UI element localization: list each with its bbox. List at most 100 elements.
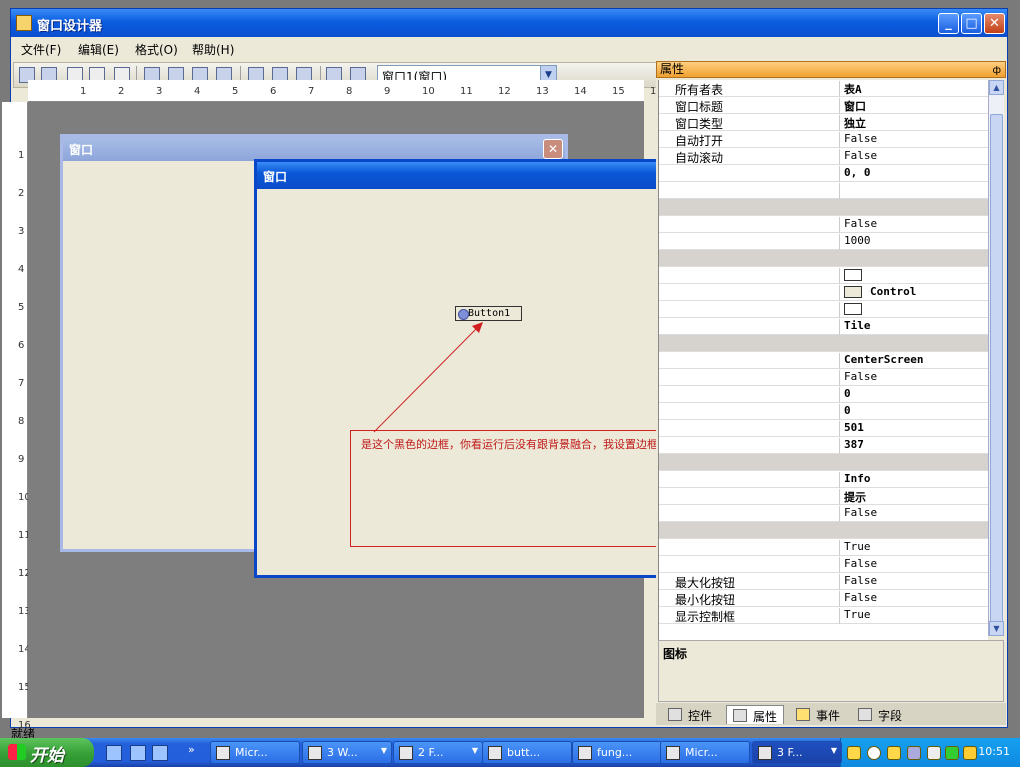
property-value[interactable]: False bbox=[839, 557, 988, 573]
property-value[interactable]: Info bbox=[839, 472, 988, 488]
property-row[interactable]: Info bbox=[659, 471, 988, 488]
quicklaunch-app-icon[interactable] bbox=[130, 745, 146, 761]
property-row[interactable]: 最大化按钮 False bbox=[659, 573, 988, 590]
taskbar-button[interactable]: Micr... bbox=[660, 741, 750, 764]
property-row[interactable] bbox=[659, 182, 988, 199]
property-scrollbar[interactable]: ▲ ▼ bbox=[988, 80, 1004, 636]
property-value-text: 表A bbox=[844, 83, 862, 96]
property-value[interactable]: Tile bbox=[839, 319, 988, 335]
property-value[interactable]: 1000 bbox=[839, 234, 988, 250]
scroll-thumb[interactable] bbox=[990, 114, 1003, 624]
property-row[interactable] bbox=[659, 267, 988, 284]
menu-help[interactable]: 帮助(H) bbox=[192, 41, 234, 58]
property-value[interactable]: 0, 0 bbox=[839, 166, 988, 182]
property-value[interactable]: CenterScreen bbox=[839, 353, 988, 369]
qq-icon[interactable] bbox=[887, 746, 901, 760]
property-value[interactable]: False bbox=[839, 506, 988, 522]
property-row[interactable]: 387 bbox=[659, 437, 988, 454]
antivirus-icon[interactable] bbox=[963, 746, 977, 760]
property-row[interactable] bbox=[659, 301, 988, 318]
quicklaunch-app2-icon[interactable] bbox=[152, 745, 168, 761]
property-row[interactable]: False bbox=[659, 505, 988, 522]
property-row[interactable]: False bbox=[659, 369, 988, 386]
property-category-row[interactable] bbox=[659, 250, 988, 267]
keyboard-icon[interactable] bbox=[847, 746, 861, 760]
property-category-row[interactable] bbox=[659, 335, 988, 352]
tab-fields[interactable]: 字段 bbox=[852, 705, 908, 724]
property-row[interactable]: 窗口标题 窗口 bbox=[659, 97, 988, 114]
property-category-row[interactable] bbox=[659, 522, 988, 539]
taskbar-button[interactable]: butt... bbox=[482, 741, 572, 764]
property-value[interactable]: False bbox=[839, 132, 988, 148]
property-row[interactable]: 最小化按钮 False bbox=[659, 590, 988, 607]
menu-format[interactable]: 格式(O) bbox=[135, 41, 178, 58]
taskbar-button[interactable]: Micr... bbox=[210, 741, 300, 764]
close-button[interactable]: ✕ bbox=[984, 13, 1005, 34]
property-row[interactable]: False bbox=[659, 216, 988, 233]
property-row[interactable]: 0, 0 bbox=[659, 165, 988, 182]
maximize-button[interactable]: □ bbox=[961, 13, 982, 34]
property-value[interactable]: 0 bbox=[839, 387, 988, 403]
property-row[interactable]: CenterScreen bbox=[659, 352, 988, 369]
speaker-icon[interactable] bbox=[927, 746, 941, 760]
tab-controls[interactable]: 控件 bbox=[662, 705, 718, 724]
taskbar-button[interactable]: fung... bbox=[572, 741, 662, 764]
property-category-row[interactable] bbox=[659, 454, 988, 471]
property-value[interactable]: Control bbox=[839, 285, 988, 301]
property-value[interactable] bbox=[839, 268, 988, 284]
scroll-up-icon[interactable]: ▲ bbox=[989, 80, 1004, 95]
property-category-row[interactable] bbox=[659, 199, 988, 216]
menu-edit[interactable]: 编辑(E) bbox=[78, 41, 119, 58]
property-row[interactable]: False bbox=[659, 556, 988, 573]
back-icon[interactable] bbox=[867, 746, 881, 760]
tab-properties[interactable]: 属性 bbox=[726, 705, 785, 724]
property-row[interactable]: 0 bbox=[659, 386, 988, 403]
property-value[interactable]: 387 bbox=[839, 438, 988, 454]
property-row[interactable]: True bbox=[659, 539, 988, 556]
property-value[interactable]: 窗口 bbox=[839, 98, 988, 114]
property-value[interactable]: True bbox=[839, 540, 988, 556]
property-row[interactable]: 自动滚动 False bbox=[659, 148, 988, 165]
property-row[interactable]: 501 bbox=[659, 420, 988, 437]
property-row[interactable]: Control bbox=[659, 284, 988, 301]
property-value[interactable]: True bbox=[839, 608, 988, 624]
property-value[interactable] bbox=[839, 302, 988, 318]
property-value[interactable]: False bbox=[839, 149, 988, 165]
property-value[interactable]: 提示 bbox=[839, 489, 988, 505]
quicklaunch-desktop-icon[interactable] bbox=[106, 745, 122, 761]
property-value[interactable]: False bbox=[839, 370, 988, 386]
scroll-down-icon[interactable]: ▼ bbox=[989, 621, 1004, 636]
property-value[interactable]: 501 bbox=[839, 421, 988, 437]
network-icon[interactable] bbox=[907, 746, 921, 760]
property-row[interactable]: 提示 bbox=[659, 488, 988, 505]
close-icon[interactable]: ✕ bbox=[543, 139, 563, 159]
property-value[interactable]: 独立 bbox=[839, 115, 988, 131]
taskbar-button[interactable]: 3 F... ▼ bbox=[752, 741, 842, 764]
property-grid[interactable]: 所有者表 表A 窗口标题 窗口 窗口类型 独立 自动打开 False 自动滚动 False 0, 0… bbox=[658, 80, 988, 640]
start-button[interactable]: 开始 bbox=[0, 738, 94, 767]
taskbar-button[interactable]: 3 W... ▼ bbox=[302, 741, 392, 764]
property-value[interactable]: 表A bbox=[839, 81, 988, 97]
property-row[interactable]: 显示控制框 True bbox=[659, 607, 988, 624]
chevron-down-icon: ▼ bbox=[471, 746, 478, 755]
taskbar-button[interactable]: 2 F... ▼ bbox=[393, 741, 483, 764]
pin-icon[interactable]: ф bbox=[992, 63, 1001, 78]
tab-events[interactable]: 事件 bbox=[790, 705, 846, 724]
property-value[interactable] bbox=[839, 183, 988, 199]
property-row[interactable]: 窗口类型 独立 bbox=[659, 114, 988, 131]
minimize-button[interactable]: _ bbox=[938, 13, 959, 34]
security-shield-icon[interactable] bbox=[945, 746, 959, 760]
property-name: 最小化按钮 bbox=[675, 593, 736, 607]
property-row[interactable]: 所有者表 表A bbox=[659, 80, 988, 97]
property-value[interactable]: False bbox=[839, 574, 988, 590]
quicklaunch-more-icon[interactable]: » bbox=[188, 743, 195, 756]
property-row[interactable]: 1000 bbox=[659, 233, 988, 250]
menu-file[interactable]: 文件(F) bbox=[21, 41, 61, 58]
property-row[interactable]: 自动打开 False bbox=[659, 131, 988, 148]
property-value[interactable]: 0 bbox=[839, 404, 988, 420]
property-row[interactable]: Tile bbox=[659, 318, 988, 335]
tab-controls-label: 控件 bbox=[688, 709, 713, 723]
property-value[interactable]: False bbox=[839, 591, 988, 607]
property-row[interactable]: 0 bbox=[659, 403, 988, 420]
property-value[interactable]: False bbox=[839, 217, 988, 233]
